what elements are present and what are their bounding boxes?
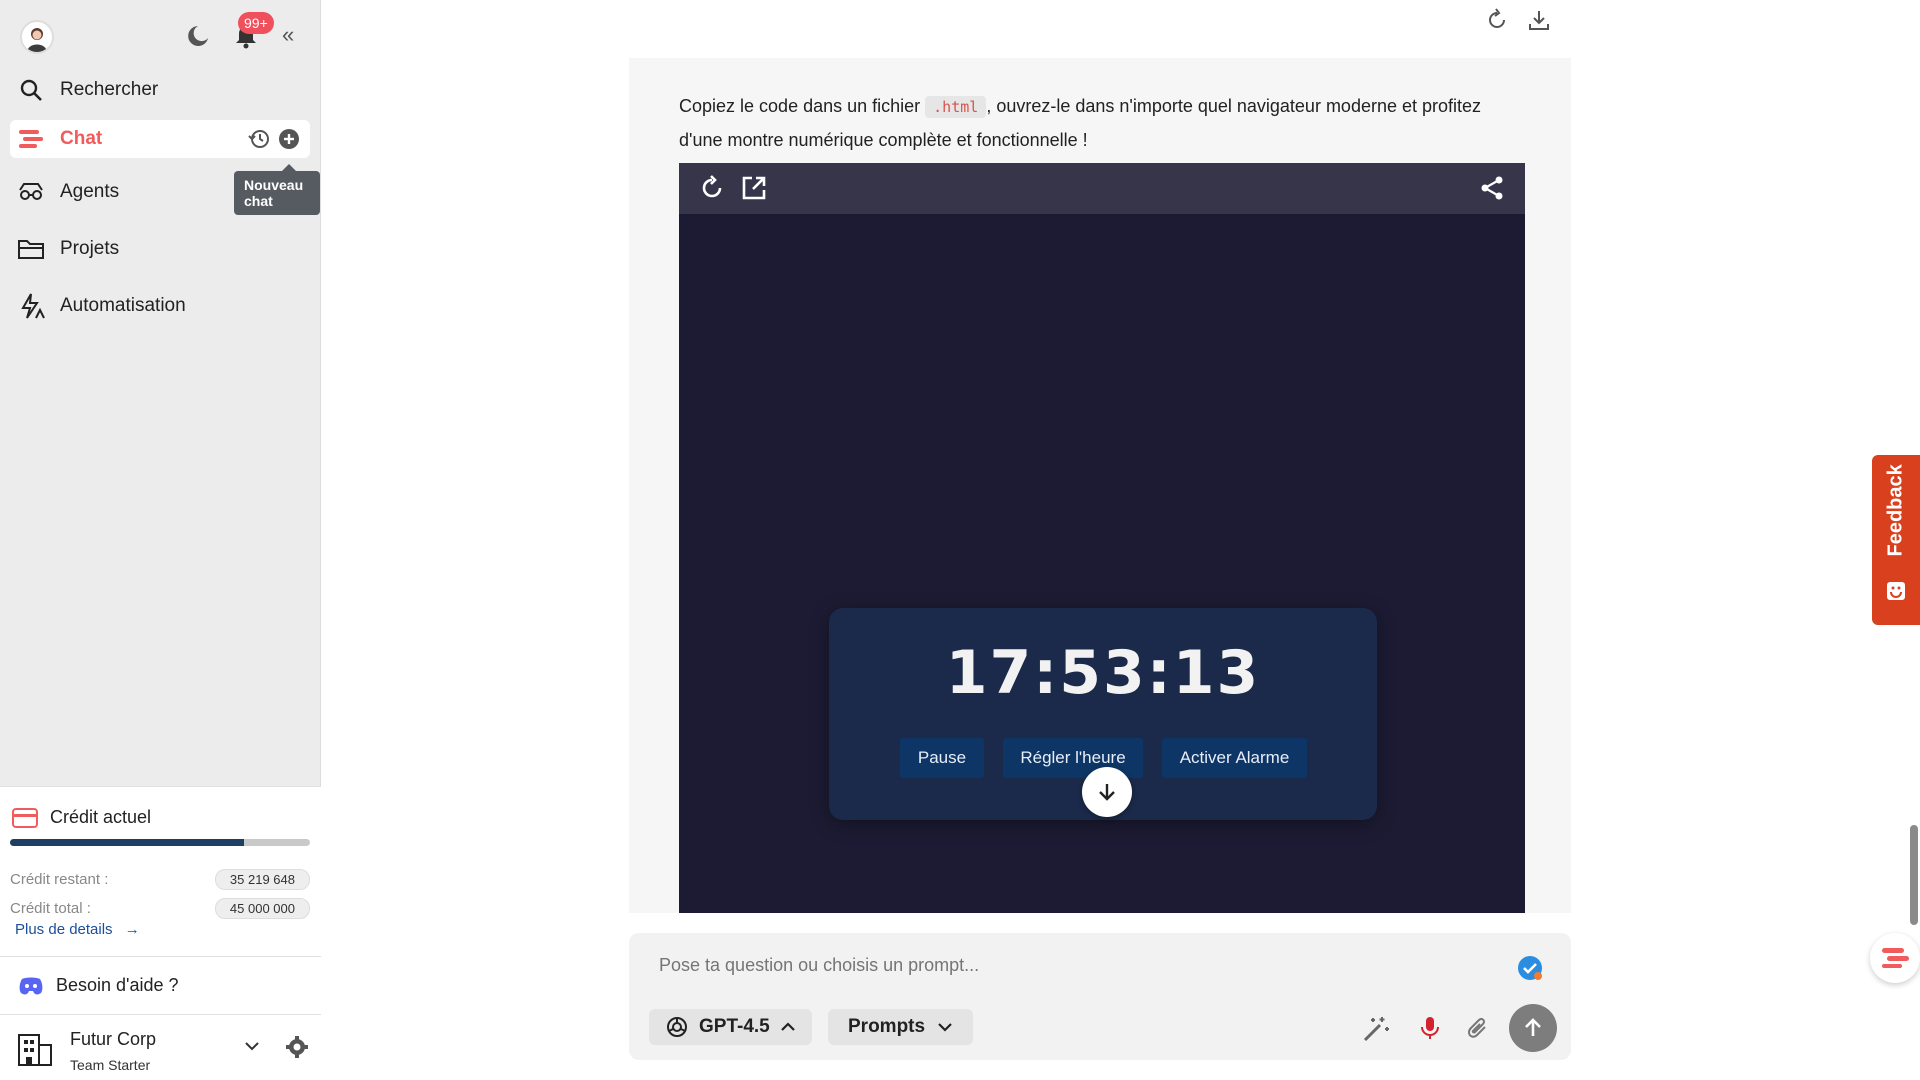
credit-remaining-row: Crédit restant : 35 219 648	[10, 867, 310, 891]
credit-remaining-value: 35 219 648	[214, 868, 310, 890]
sidebar-header: 99+ «	[0, 0, 321, 70]
sidebar-item-label: Rechercher	[60, 79, 159, 100]
sidebar-item-chat[interactable]: Chat	[10, 120, 310, 158]
share-icon[interactable]	[1479, 175, 1505, 201]
preview-toolbar	[679, 163, 1525, 214]
dark-mode-icon[interactable]	[184, 22, 212, 50]
chevron-down-icon	[937, 1022, 953, 1032]
credit-total-row: Crédit total : 45 000 000	[10, 896, 310, 920]
prompts-selector[interactable]: Prompts	[828, 1009, 974, 1045]
magic-wand-icon[interactable]	[1362, 1015, 1389, 1042]
model-name: GPT-4.5	[699, 1016, 770, 1037]
sidebar-item-projects[interactable]: Projets	[10, 230, 310, 268]
feedback-label: Feedback	[1884, 464, 1907, 557]
org-name: Futur Corp	[70, 1029, 157, 1049]
composer: GPT-4.5 Prompts	[629, 933, 1571, 1060]
arrow-right-icon: →	[124, 921, 140, 938]
credit-remaining-label: Crédit restant :	[10, 870, 109, 888]
avatar[interactable]	[20, 20, 54, 54]
sidebar-item-label: Projets	[60, 238, 120, 259]
more-details-label: Plus de details	[15, 921, 113, 938]
page-scrollbar[interactable]	[1910, 825, 1918, 925]
regenerate-icon[interactable]	[1485, 8, 1509, 37]
credit-progress-bar	[10, 839, 310, 846]
credit-panel: Crédit actuel Crédit restant : 35 219 64…	[0, 786, 321, 956]
chat-brand-icon	[16, 124, 46, 154]
reload-icon[interactable]	[699, 175, 725, 201]
smile-icon	[1886, 581, 1906, 606]
inline-code: .html	[925, 96, 987, 118]
message-toolbar	[1485, 8, 1551, 37]
arrow-down-icon	[1099, 784, 1115, 801]
credit-total-value: 45 000 000	[214, 897, 310, 919]
scroll-to-bottom-button[interactable]	[1082, 767, 1132, 817]
sidebar-item-search[interactable]: Rechercher	[10, 71, 310, 109]
pause-button[interactable]: Pause	[900, 738, 984, 778]
sidebar: 99+ « Rechercher Chat Nouveau chat Agent…	[0, 0, 321, 1080]
collapse-sidebar-icon[interactable]: «	[282, 24, 294, 46]
model-selector[interactable]: GPT-4.5	[649, 1009, 812, 1045]
discord-icon	[18, 976, 44, 996]
sidebar-item-label: Chat	[60, 128, 103, 149]
agents-icon	[16, 177, 46, 207]
credit-title: Crédit actuel	[12, 807, 151, 828]
folder-icon	[16, 234, 46, 264]
arrow-up-icon	[1525, 1018, 1541, 1036]
sidebar-item-label: Automatisation	[60, 295, 186, 316]
send-button[interactable]	[1509, 1004, 1557, 1052]
organization-switcher[interactable]: Futur Corp Team Starter	[0, 1014, 321, 1080]
microphone-icon[interactable]	[1417, 1015, 1443, 1041]
sidebar-item-automation[interactable]: Automatisation	[10, 287, 310, 325]
help-label: Besoin d'aide ?	[56, 975, 179, 995]
verified-check-icon[interactable]	[1517, 955, 1543, 981]
history-icon[interactable]	[248, 128, 270, 156]
brand-logo-icon	[1882, 948, 1909, 968]
clock-time: 17:53:13	[945, 638, 1261, 708]
notification-badge: 99+	[238, 12, 274, 34]
building-icon	[16, 1031, 54, 1072]
openai-icon	[665, 1015, 689, 1039]
credit-progress-fill	[10, 839, 244, 846]
prompts-label: Prompts	[848, 1016, 926, 1037]
chevron-up-icon	[780, 1022, 796, 1032]
attachment-icon[interactable]	[1465, 1015, 1491, 1041]
credit-title-label: Crédit actuel	[50, 807, 152, 827]
sidebar-item-agents[interactable]: Agents	[10, 173, 310, 211]
credit-total-label: Crédit total :	[10, 899, 91, 917]
credit-card-icon	[12, 807, 38, 828]
search-icon	[16, 75, 46, 105]
chevron-down-icon[interactable]	[243, 1039, 261, 1057]
prompt-input[interactable]	[659, 955, 1479, 976]
download-icon[interactable]	[1527, 8, 1551, 37]
message-text-before: Copiez le code dans un fichier	[679, 96, 926, 116]
new-chat-icon[interactable]	[278, 128, 300, 156]
sidebar-item-label: Agents	[60, 181, 120, 202]
settings-gear-icon[interactable]	[285, 1035, 309, 1064]
assistant-launcher-button[interactable]	[1870, 933, 1920, 983]
automation-icon	[16, 291, 46, 321]
activate-alarm-button[interactable]: Activer Alarme	[1162, 738, 1307, 778]
more-details-link[interactable]: Plus de details →	[15, 921, 140, 938]
help-link[interactable]: Besoin d'aide ?	[0, 956, 321, 1014]
open-external-icon[interactable]	[741, 175, 767, 201]
org-plan: Team Starter	[70, 1057, 151, 1073]
feedback-tab[interactable]: Feedback	[1872, 455, 1920, 625]
message-text: Copiez le code dans un fichier .html, ou…	[679, 90, 1519, 157]
